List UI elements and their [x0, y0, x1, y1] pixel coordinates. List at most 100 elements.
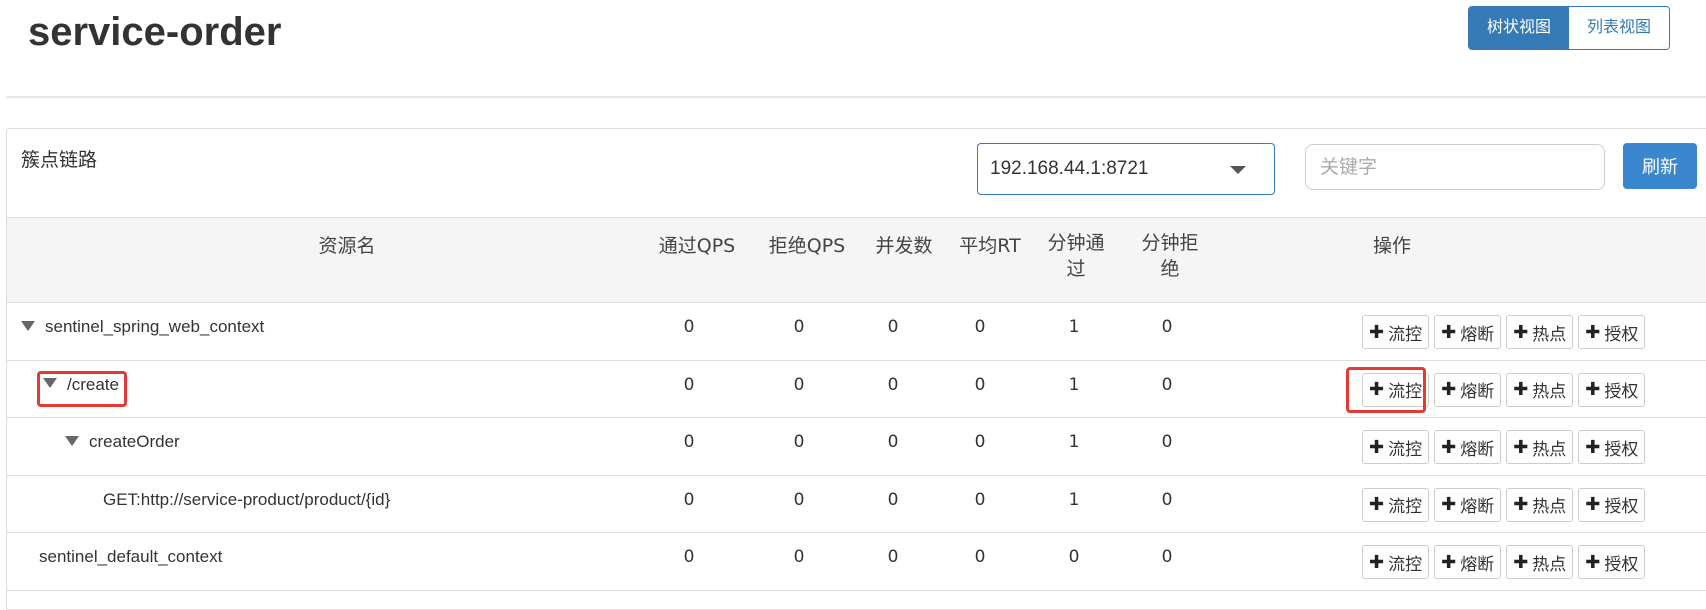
- header-actions: 操作: [1372, 235, 1411, 257]
- plus-icon: ✚: [1585, 321, 1601, 343]
- plus-icon: ✚: [1585, 436, 1601, 458]
- authority-button[interactable]: ✚ 授权: [1578, 372, 1646, 407]
- cell-minute-pass: 1: [1068, 317, 1080, 337]
- header-avg-rt: 平均RT: [959, 235, 1021, 257]
- table-row: sentinel_default_context 0 0 0 0 0 0 ✚ 流控 ✚ 熔断 ✚ 热点 ✚…: [7, 533, 1706, 591]
- action-label: 授权: [1604, 554, 1639, 575]
- highlight-box: [1346, 366, 1426, 413]
- table-row: GET:http://service-product/product/{id} 0…: [7, 476, 1706, 533]
- degrade-button[interactable]: ✚ 熔断: [1434, 372, 1502, 407]
- authority-button[interactable]: ✚ 授权: [1578, 430, 1646, 464]
- flow-control-button[interactable]: ✚ 流控: [1362, 430, 1430, 464]
- degrade-button[interactable]: ✚ 熔断: [1434, 430, 1502, 464]
- cell-avg-rt: 0: [974, 432, 986, 452]
- refresh-button[interactable]: 刷新: [1623, 143, 1697, 189]
- authority-button[interactable]: ✚ 授权: [1578, 545, 1646, 579]
- cell-block-qps: 0: [793, 317, 805, 337]
- action-label: 熔断: [1460, 382, 1495, 402]
- resource-name-text: createOrder: [89, 432, 180, 451]
- hotspot-button[interactable]: ✚ 热点: [1506, 487, 1574, 522]
- app-title: service-order: [28, 10, 282, 54]
- list-view-button[interactable]: 列表视图: [1569, 7, 1670, 49]
- action-label: 热点: [1532, 324, 1567, 345]
- plus-icon: ✚: [1513, 321, 1529, 343]
- action-label: 熔断: [1460, 324, 1495, 345]
- plus-icon: ✚: [1513, 379, 1529, 400]
- table-row: createOrder 0 0 0 0 1 0 ✚ 流控 ✚ 熔断 ✚ 热点 ✚ 授权: [7, 418, 1706, 476]
- header-block-qps: 拒绝QPS: [768, 235, 846, 257]
- header-concurrency: 并发数: [875, 235, 933, 257]
- plus-icon: ✚: [1441, 494, 1457, 515]
- cell-minute-block: 0: [1161, 317, 1173, 337]
- action-label: 热点: [1532, 497, 1567, 517]
- cell-block-qps: 0: [793, 374, 805, 395]
- plus-icon: ✚: [1513, 436, 1529, 458]
- action-label: 授权: [1604, 324, 1639, 345]
- plus-icon: ✚: [1369, 551, 1385, 573]
- cell-concurrency: 0: [887, 489, 899, 510]
- cell-concurrency: 0: [887, 547, 899, 567]
- action-label: 热点: [1532, 554, 1567, 575]
- resource-name: GET:http://service-product/product/{id}: [103, 490, 390, 510]
- cell-concurrency: 0: [887, 432, 899, 452]
- action-label: 流控: [1388, 554, 1423, 575]
- plus-icon: ✚: [1369, 321, 1385, 343]
- header-pass-qps: 通过QPS: [658, 235, 736, 257]
- hotspot-button[interactable]: ✚ 热点: [1506, 315, 1574, 349]
- plus-icon: ✚: [1369, 494, 1385, 515]
- panel-title: 簇点链路: [21, 149, 98, 171]
- degrade-button[interactable]: ✚ 熔断: [1434, 487, 1502, 522]
- table-row: sentinel_spring_web_context 0 0 0 0 1 0 ✚ 流控 ✚ 熔断 ✚…: [7, 303, 1706, 361]
- plus-icon: ✚: [1513, 551, 1529, 573]
- header-resource: 资源名: [318, 235, 376, 257]
- plus-icon: ✚: [1441, 436, 1457, 458]
- cell-minute-block: 0: [1161, 547, 1173, 567]
- row-actions: ✚ 流控 ✚ 熔断 ✚ 热点 ✚ 授权: [1362, 545, 1646, 579]
- expand-triangle-icon[interactable]: [65, 435, 79, 446]
- authority-button[interactable]: ✚ 授权: [1578, 315, 1646, 349]
- keyword-input[interactable]: [1305, 144, 1605, 190]
- machine-select[interactable]: 192.168.44.1:8721: [977, 143, 1275, 195]
- cell-concurrency: 0: [887, 317, 899, 337]
- cell-minute-pass: 1: [1068, 489, 1080, 510]
- action-label: 流控: [1388, 497, 1423, 517]
- cell-pass-qps: 0: [683, 432, 695, 452]
- view-toggle: 树状视图 列表视图: [1468, 6, 1671, 50]
- action-label: 熔断: [1460, 554, 1495, 575]
- action-label: 热点: [1532, 439, 1567, 460]
- hotspot-button[interactable]: ✚ 热点: [1506, 430, 1574, 464]
- tree-view-button[interactable]: 树状视图: [1469, 7, 1570, 49]
- cell-concurrency: 0: [887, 374, 899, 395]
- plus-icon: ✚: [1585, 494, 1601, 515]
- action-label: 流控: [1388, 439, 1423, 460]
- action-label: 授权: [1604, 497, 1639, 517]
- action-label: 熔断: [1460, 497, 1495, 517]
- degrade-button[interactable]: ✚ 熔断: [1434, 315, 1502, 349]
- resource-name: sentinel_default_context: [39, 547, 222, 567]
- plus-icon: ✚: [1441, 321, 1457, 343]
- flow-control-button[interactable]: ✚ 流控: [1362, 315, 1430, 349]
- cell-minute-pass: 0: [1068, 547, 1080, 567]
- resource-name-text: sentinel_default_context: [39, 547, 223, 566]
- authority-button[interactable]: ✚ 授权: [1578, 487, 1646, 522]
- degrade-button[interactable]: ✚ 熔断: [1434, 545, 1502, 579]
- expand-triangle-icon[interactable]: [21, 320, 35, 331]
- cell-minute-block: 0: [1161, 374, 1173, 395]
- cell-minute-block: 0: [1161, 432, 1173, 452]
- flow-control-button[interactable]: ✚ 流控: [1362, 545, 1430, 579]
- plus-icon: ✚: [1441, 379, 1457, 400]
- action-label: 授权: [1604, 439, 1639, 460]
- flow-control-button[interactable]: ✚ 流控: [1362, 487, 1430, 522]
- hotspot-button[interactable]: ✚ 热点: [1506, 372, 1574, 407]
- cell-block-qps: 0: [793, 432, 805, 452]
- plus-icon: ✚: [1585, 551, 1601, 573]
- cell-pass-qps: 0: [683, 374, 695, 395]
- resource-name-text: GET:http://service-product/product/{id}: [103, 489, 391, 509]
- cell-avg-rt: 0: [974, 489, 986, 510]
- header-minute-block: 分钟拒 绝: [1141, 232, 1199, 280]
- resource-name-text: sentinel_spring_web_context: [45, 317, 265, 336]
- cell-minute-block: 0: [1161, 489, 1173, 510]
- hotspot-button[interactable]: ✚ 热点: [1506, 545, 1574, 579]
- cell-avg-rt: 0: [974, 547, 986, 567]
- header-minute-pass: 分钟通 过: [1047, 232, 1105, 280]
